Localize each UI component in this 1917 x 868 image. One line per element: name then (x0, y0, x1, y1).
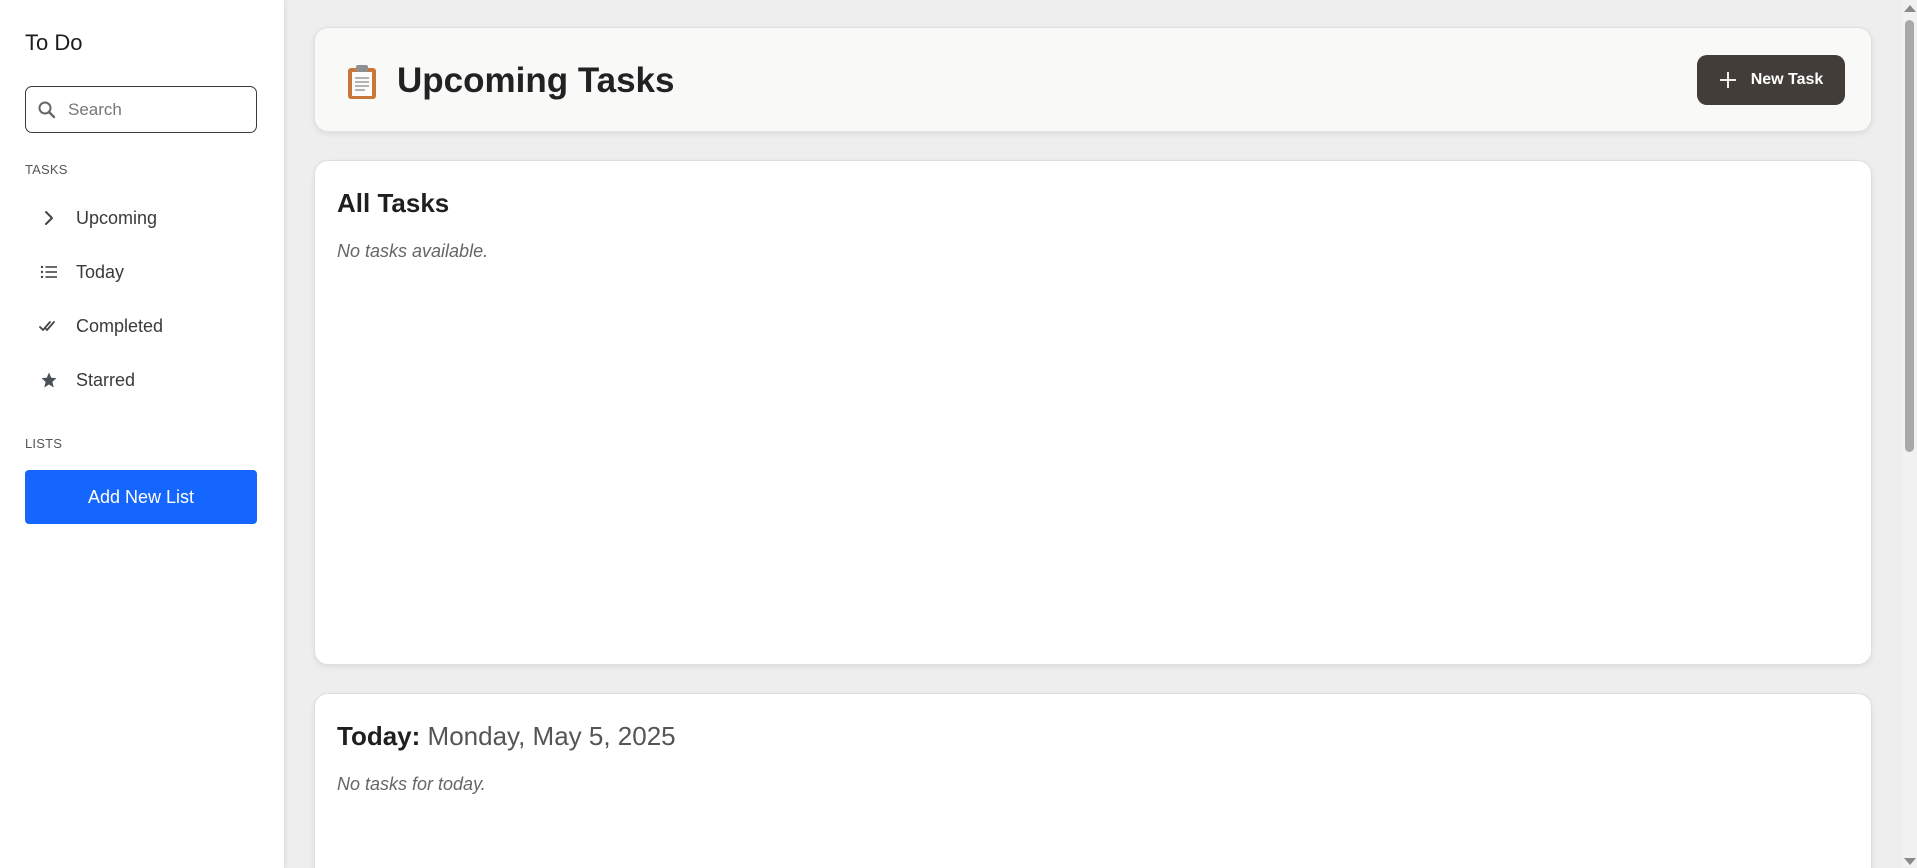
tasks-section-label: TASKS (25, 162, 68, 177)
chevron-right-icon (39, 208, 59, 228)
sidebar-item-label: Upcoming (76, 207, 158, 228)
app-title: To Do (25, 30, 83, 55)
sidebar-item-label: Completed (76, 315, 164, 336)
lists-section-label: LISTS (25, 436, 63, 451)
all-tasks-card: All Tasks No tasks available. (314, 160, 1872, 665)
list-icon (39, 262, 59, 282)
sidebar-item-today[interactable]: Today (25, 249, 257, 295)
header-card: Upcoming Tasks New Task (314, 27, 1872, 132)
sidebar-item-completed[interactable]: Completed (25, 303, 257, 349)
page-title: Upcoming Tasks (397, 61, 675, 100)
search-icon (38, 100, 58, 120)
sidebar-item-upcoming[interactable]: Upcoming (25, 195, 257, 241)
scroll-thumb[interactable] (1905, 20, 1914, 452)
today-card: Today: Monday, May 5, 2025 No tasks for … (314, 693, 1872, 868)
today-title: Today: Monday, May 5, 2025 (337, 721, 676, 752)
sidebar-item-starred[interactable]: Starred (25, 357, 257, 403)
sidebar: To Do TASKS Upcoming (0, 0, 285, 868)
search-input[interactable] (68, 99, 238, 120)
search-box[interactable] (25, 86, 257, 133)
sidebar-item-label: Today (76, 261, 125, 282)
new-task-button[interactable]: New Task (1697, 55, 1845, 105)
clipboard-icon (347, 64, 377, 100)
plus-icon (1719, 71, 1737, 89)
sidebar-item-label: Starred (76, 369, 136, 390)
todo-app: To Do TASKS Upcoming (0, 0, 1917, 868)
scroll-up-arrow-icon[interactable] (1904, 5, 1916, 12)
add-new-list-button[interactable]: Add New List (25, 470, 257, 524)
scroll-down-arrow-icon[interactable] (1904, 858, 1916, 865)
vertical-scrollbar[interactable] (1902, 0, 1917, 868)
all-tasks-title: All Tasks (337, 188, 450, 218)
double-check-icon (39, 316, 59, 336)
today-title-prefix: Today: (337, 721, 421, 751)
new-task-label: New Task (1750, 71, 1824, 88)
star-icon (39, 370, 59, 390)
all-tasks-empty-message: No tasks available. (337, 241, 489, 261)
today-date: Monday, May 5, 2025 (427, 721, 676, 751)
today-empty-message: No tasks for today. (337, 774, 486, 794)
